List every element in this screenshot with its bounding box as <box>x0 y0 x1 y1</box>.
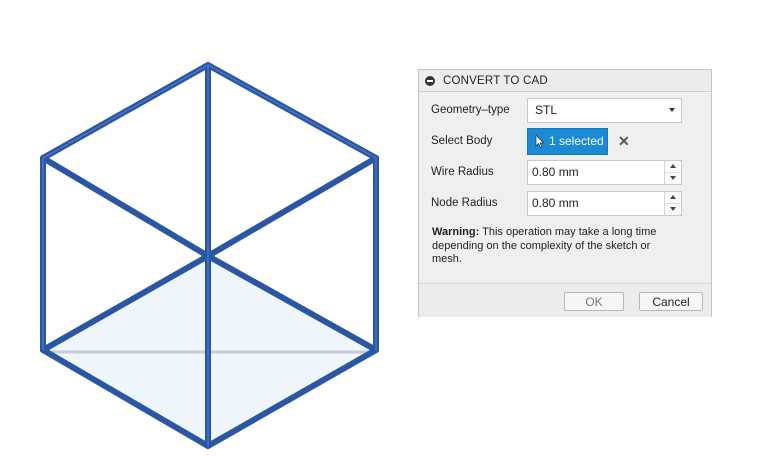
workspace-canvas: CONVERT TO CAD Geometry–type STL Select … <box>0 0 767 468</box>
node-radius-label: Node Radius <box>431 197 498 209</box>
wire-radius-label: Wire Radius <box>431 166 494 178</box>
wire-radius-row: Wire Radius <box>431 159 682 185</box>
clear-x-icon[interactable]: ✕ <box>618 134 630 148</box>
cube-inner-right-edge <box>205 155 379 259</box>
node-radius-spinner <box>527 190 682 216</box>
wire-radius-increment-button[interactable] <box>665 160 681 173</box>
warning-prefix: Warning: <box>432 226 480 238</box>
cube-inner-left-edge <box>40 155 211 259</box>
wire-radius-input[interactable] <box>528 160 664 184</box>
lattice-cube-wireframe[interactable] <box>0 0 420 468</box>
geometry-type-dropdown[interactable]: STL <box>527 97 682 123</box>
spinner-arrows-icon <box>664 160 681 184</box>
node-radius-row: Node Radius <box>431 190 682 216</box>
cancel-button[interactable]: Cancel <box>639 292 703 311</box>
select-body-button-label: 1 selected <box>549 134 604 148</box>
convert-to-cad-dialog: CONVERT TO CAD Geometry–type STL Select … <box>418 69 712 317</box>
node-radius-input[interactable] <box>528 191 664 215</box>
warning-message: Warning: This operation may take a long … <box>432 226 672 267</box>
collapse-circle-icon[interactable] <box>425 75 435 86</box>
chevron-down-icon <box>669 108 675 112</box>
node-radius-increment-button[interactable] <box>665 191 681 204</box>
select-body-row: Select Body 1 selected ✕ <box>431 127 630 155</box>
pointer-cursor-icon <box>535 134 545 148</box>
ok-button[interactable]: OK <box>564 292 624 311</box>
node-radius-decrement-button[interactable] <box>665 203 681 215</box>
wire-radius-spinner <box>527 159 682 185</box>
dialog-header: CONVERT TO CAD <box>419 70 711 92</box>
dialog-footer: OK Cancel <box>419 283 711 317</box>
dialog-title: CONVERT TO CAD <box>443 74 548 87</box>
wire-radius-decrement-button[interactable] <box>665 172 681 184</box>
select-body-label: Select Body <box>431 135 493 147</box>
select-body-button[interactable]: 1 selected <box>527 127 608 155</box>
geometry-type-row: Geometry–type STL <box>431 97 682 123</box>
spinner-arrows-icon <box>664 191 681 215</box>
geometry-type-label: Geometry–type <box>431 104 510 116</box>
geometry-type-value: STL <box>535 103 558 117</box>
